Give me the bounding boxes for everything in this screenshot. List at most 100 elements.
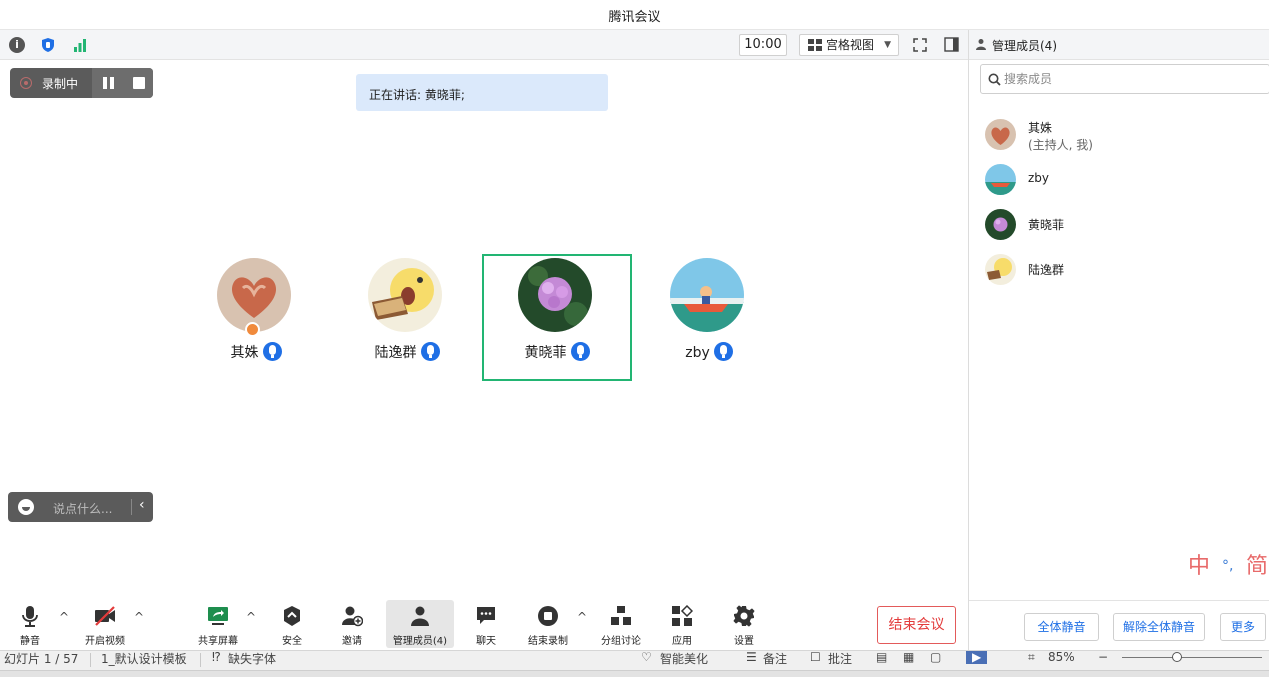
chat-input-bar[interactable]: 说点什么... ‹ [8, 492, 153, 522]
ime-indicator[interactable]: 中 °, 简 [1170, 546, 1269, 582]
chat-button[interactable]: 聊天 [466, 600, 506, 648]
recording-icon [20, 77, 32, 89]
missing-font[interactable]: 缺失字体 [228, 651, 276, 667]
recording-label: 录制中 [42, 77, 79, 91]
divider [90, 653, 91, 667]
share-screen-icon [208, 607, 228, 625]
play-icon[interactable]: ▶ [966, 651, 988, 664]
ime-language: 中 [1188, 554, 1211, 579]
participant-tile[interactable]: 其姝 [181, 254, 331, 381]
slide-counter: 幻灯片 1 / 57 [4, 652, 79, 666]
shield-icon[interactable] [40, 37, 56, 53]
members-panel-footer: 全体静音 解除全体静音 更多 [969, 600, 1269, 650]
settings-button[interactable]: 设置 [724, 600, 764, 648]
divider [200, 653, 201, 667]
reading-view-icon[interactable]: ▢ [930, 651, 941, 664]
chevron-up-icon[interactable]: ^ [59, 610, 69, 624]
more-button[interactable]: 更多 [1220, 613, 1266, 641]
share-screen-button[interactable]: 共享屏幕 [192, 600, 244, 648]
member-list-item[interactable]: 黄晓菲 [985, 207, 1265, 243]
notes-icon: ☰ [746, 650, 757, 664]
mute-all-button[interactable]: 全体静音 [1024, 613, 1099, 641]
mute-button[interactable]: 静音 [10, 600, 50, 648]
stop-record-icon [538, 606, 558, 626]
breakout-label: 分组讨论 [601, 636, 641, 647]
settings-label: 设置 [734, 636, 754, 647]
missing-font-icon: ⁉ [212, 650, 221, 664]
chevron-up-icon[interactable]: ^ [577, 610, 587, 624]
heart-hands-avatar [217, 258, 291, 332]
stop-recording-button[interactable] [125, 68, 153, 98]
security-button[interactable]: 安全 [272, 600, 312, 648]
manage-members-button[interactable]: 管理成员(4) [386, 600, 454, 648]
chat-placeholder[interactable]: 说点什么... [53, 500, 112, 517]
ime-mode: 简 [1246, 554, 1269, 579]
zoom-slider-handle[interactable] [1172, 652, 1182, 662]
sidebar-toggle-icon[interactable] [944, 37, 959, 52]
participant-name: 陆逸群 [374, 345, 417, 361]
meeting-time: 10:00 [739, 34, 787, 56]
normal-view-icon[interactable]: ▤ [876, 651, 887, 664]
end-recording-button[interactable]: 结束录制 [522, 600, 574, 648]
apps-button[interactable]: 应用 [662, 600, 702, 648]
zoom-level[interactable]: 85% [1048, 651, 1075, 664]
view-mode-dropdown[interactable]: 宫格视图 ▼ [799, 34, 899, 56]
participant-tile[interactable]: 陆逸群 [332, 254, 482, 381]
flower-avatar [518, 258, 592, 332]
heart-hands-avatar [985, 119, 1016, 150]
mute-label: 静音 [20, 636, 40, 647]
apps-icon [672, 605, 693, 626]
microphone-icon[interactable] [420, 342, 440, 361]
member-name: zby [1028, 171, 1050, 185]
invite-button[interactable]: 邀请 [332, 600, 372, 648]
apps-label: 应用 [672, 636, 692, 647]
template-name[interactable]: 1_默认设计模板 [101, 651, 187, 667]
ppt-status-bar: 幻灯片 1 / 57 1_默认设计模板 ⁉ 缺失字体 ♡ 智能美化 ☰ 备注 ☐… [0, 650, 1269, 677]
search-input[interactable] [1004, 70, 1244, 88]
unmute-all-button[interactable]: 解除全体静音 [1113, 613, 1205, 641]
taskbar-strip [0, 670, 1269, 677]
fullscreen-icon[interactable] [913, 38, 927, 52]
pause-recording-button[interactable] [92, 68, 125, 98]
cartoon-chick-avatar [368, 258, 442, 332]
participant-tile[interactable]: zby [634, 254, 784, 381]
participant-tile-active[interactable]: 黄晓菲 [482, 254, 632, 381]
chevron-up-icon[interactable]: ^ [246, 610, 256, 624]
beautify-button[interactable]: 智能美化 [660, 651, 708, 667]
title-bar: 腾讯会议 [0, 0, 1269, 30]
member-role: (主持人, 我) [1028, 138, 1093, 152]
share-label: 共享屏幕 [198, 636, 238, 647]
members-icon [411, 606, 429, 626]
recording-bar: 录制中 [10, 68, 153, 98]
panel-divider [968, 30, 969, 650]
microphone-icon[interactable] [713, 342, 733, 361]
member-search[interactable] [980, 64, 1269, 94]
breakout-rooms-icon [611, 606, 631, 625]
participant-name: 黄晓菲 [524, 345, 567, 361]
host-badge-icon [245, 322, 260, 337]
fit-icon[interactable]: ⌗ [1028, 651, 1035, 665]
start-video-button[interactable]: 开启视频 [78, 600, 132, 648]
member-list-item[interactable]: 其姝 (主持人, 我) [985, 117, 1265, 153]
search-icon [988, 73, 1001, 86]
invite-user-icon [342, 606, 363, 627]
breakout-button[interactable]: 分组讨论 [596, 600, 646, 648]
microphone-icon[interactable] [262, 342, 282, 361]
member-list-item[interactable]: zby [985, 162, 1265, 198]
signal-icon[interactable] [72, 37, 88, 53]
collapse-icon[interactable]: ‹ [139, 497, 145, 513]
zoom-slider-track[interactable] [1122, 657, 1262, 658]
emoji-icon[interactable] [18, 499, 34, 515]
ime-punctuation: °, [1222, 558, 1234, 574]
view-mode-label: 宫格视图 [826, 38, 875, 52]
chevron-up-icon[interactable]: ^ [134, 610, 144, 624]
notes-button[interactable]: 备注 [763, 651, 787, 667]
zoom-out-icon[interactable]: − [1098, 651, 1108, 664]
grid-view-icon[interactable]: ▦ [903, 651, 914, 664]
member-list-item[interactable]: 陆逸群 [985, 252, 1265, 288]
info-icon[interactable]: i [9, 37, 25, 53]
end-meeting-button[interactable]: 结束会议 [877, 606, 956, 644]
microphone-icon[interactable] [570, 342, 590, 361]
comments-button[interactable]: 批注 [828, 651, 852, 667]
caret-down-icon: ▼ [884, 40, 891, 50]
